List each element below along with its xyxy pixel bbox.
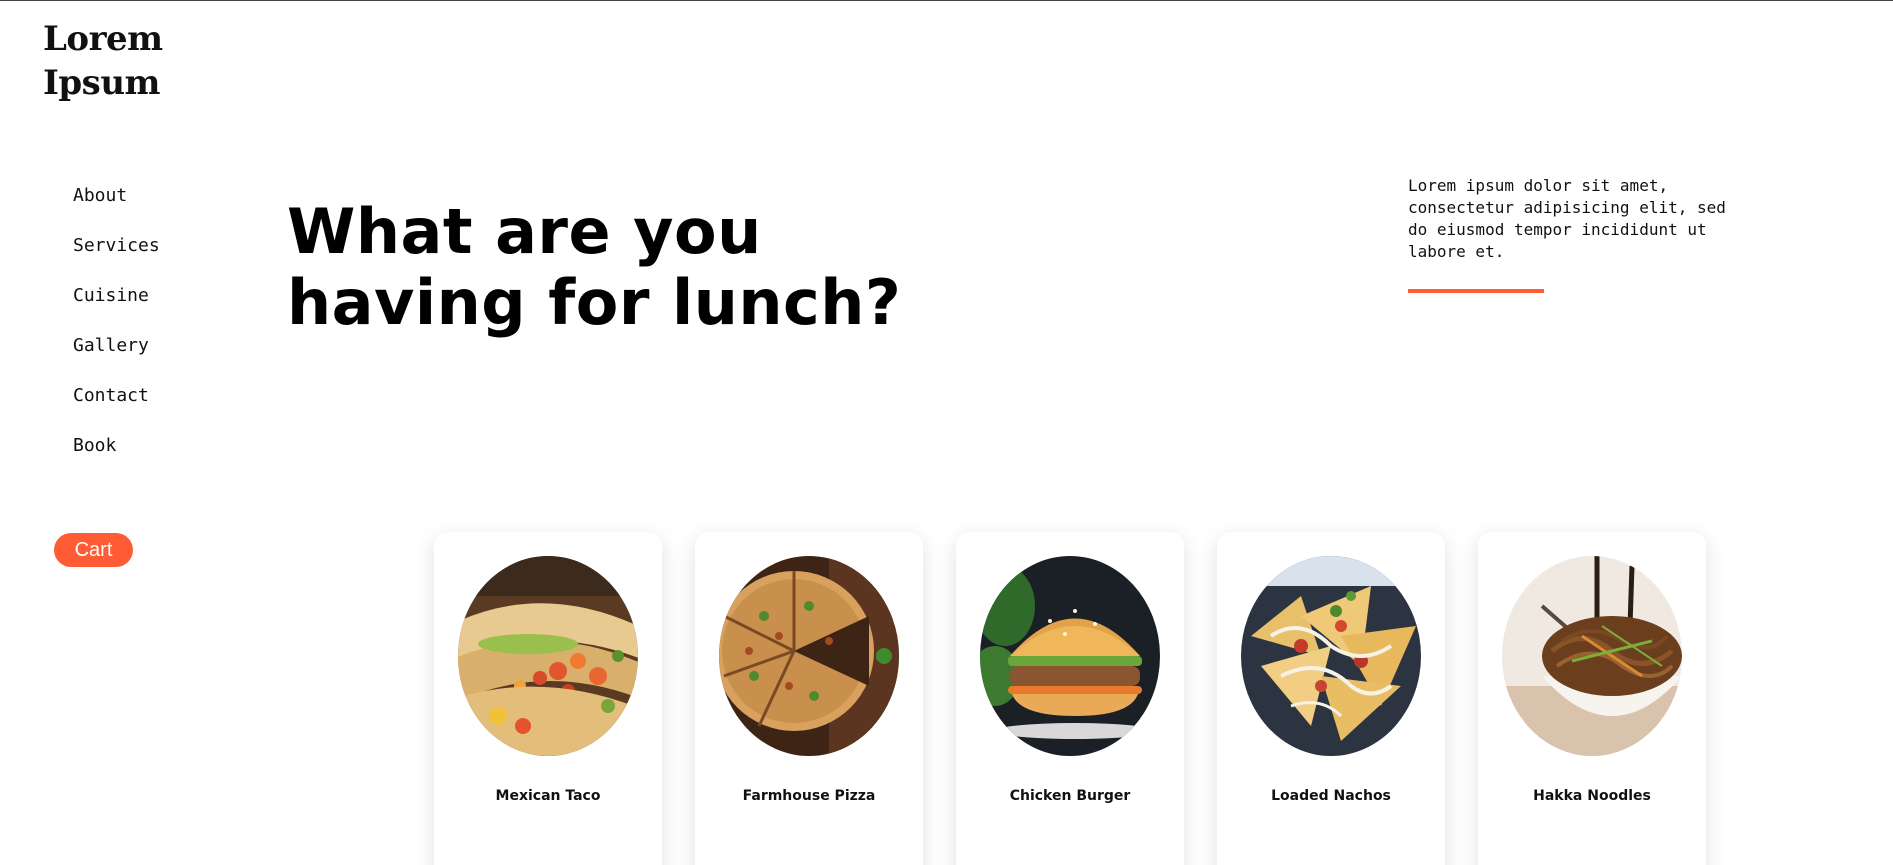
nav-item-book[interactable]: Book [73,433,160,483]
cart-button[interactable]: Cart [54,533,133,567]
menu-card-chicken-burger[interactable]: Chicken Burger [956,532,1184,865]
menu-card-title: Loaded Nachos [1271,788,1391,804]
logo-line-2: Ipsum [43,63,161,103]
site-logo[interactable]: Lorem Ipsum [43,17,163,105]
menu-card-farmhouse-pizza[interactable]: Farmhouse Pizza [695,532,923,865]
logo-line-1: Lorem [43,19,163,59]
nachos-photo [1241,556,1421,756]
menu-card-title: Farmhouse Pizza [742,788,876,804]
hero-headline-line-2: having for lunch? [287,266,902,339]
main-nav: About Services Cuisine Gallery Contact B… [73,183,160,483]
hero-intro-text: Lorem ipsum dolor sit amet, consectetur … [1408,176,1726,261]
menu-card-hakka-noodles[interactable]: Hakka Noodles [1478,532,1706,865]
burger-photo [980,556,1160,756]
pizza-photo [719,556,899,756]
nav-item-contact[interactable]: Contact [73,383,160,433]
hero-headline: What are you having for lunch? [287,196,901,338]
hero-headline-line-1: What are you [287,195,762,268]
noodles-photo [1502,556,1682,756]
nav-item-cuisine[interactable]: Cuisine [73,283,160,333]
menu-card-title: Chicken Burger [1009,788,1131,804]
menu-card-title: Hakka Noodles [1533,788,1651,804]
accent-divider [1408,289,1544,293]
menu-card-mexican-taco[interactable]: Mexican Taco [434,532,662,865]
nav-item-gallery[interactable]: Gallery [73,333,160,383]
nav-item-services[interactable]: Services [73,233,160,283]
menu-card-title: Mexican Taco [495,788,601,804]
taco-photo [458,556,638,756]
nav-item-about[interactable]: About [73,183,160,233]
menu-card-loaded-nachos[interactable]: Loaded Nachos [1217,532,1445,865]
